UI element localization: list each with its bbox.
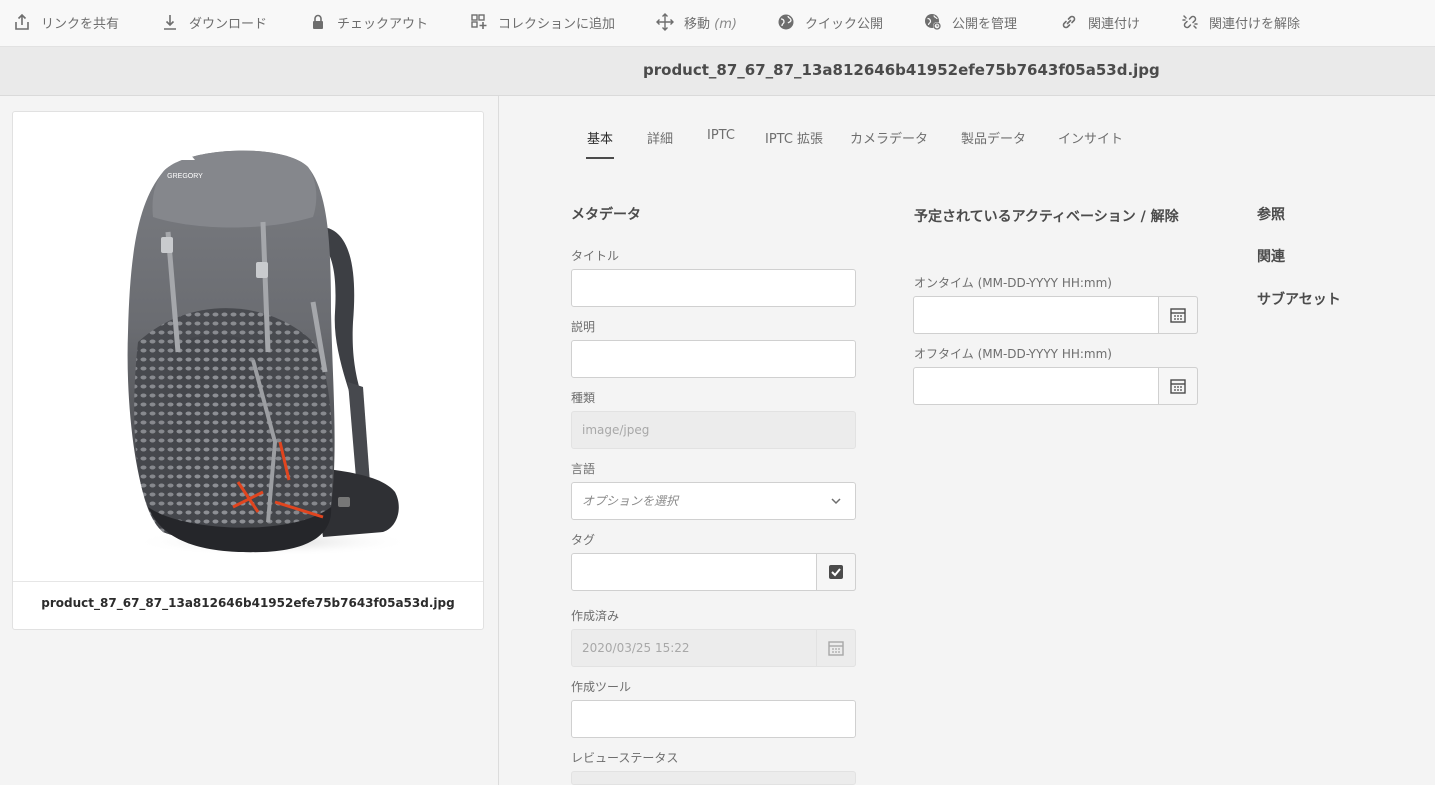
tab-iptc[interactable]: IPTC — [707, 128, 735, 143]
quick-publish-button[interactable]: クイック公開 — [777, 0, 883, 44]
link-icon — [1062, 15, 1076, 29]
tab-iptc-extension[interactable]: IPTC 拡張 — [765, 128, 823, 147]
created-field: 2020/03/25 15:22 — [571, 629, 856, 667]
add-to-collection-icon — [471, 14, 487, 29]
active-tab-indicator — [586, 157, 614, 159]
asset-thumbnail: GREGORY — [13, 112, 483, 582]
description-label: 説明 — [571, 320, 596, 334]
tab-product-data[interactable]: 製品データ — [961, 128, 1026, 147]
globe-gear-icon — [925, 14, 941, 30]
checkout-button[interactable]: チェックアウト — [309, 0, 428, 44]
lock-icon — [313, 14, 323, 29]
chevron-down-icon — [831, 498, 841, 505]
tab-basic[interactable]: 基本 — [587, 128, 613, 147]
language-select[interactable]: オプションを選択 — [571, 482, 856, 520]
page-title: product_87_67_87_13a812646b41952efe75b76… — [643, 61, 1160, 79]
title-label: タイトル — [571, 249, 620, 263]
schedule-section-title: 予定されているアクティベーション / 解除 — [914, 209, 1179, 225]
calendar-icon — [828, 641, 844, 656]
created-label: 作成済み — [571, 609, 620, 623]
type-label: 種類 — [571, 391, 596, 405]
move-icon — [656, 13, 674, 31]
unrelate-label: 関連付けを解除 — [1209, 16, 1301, 32]
language-label: 言語 — [571, 462, 596, 476]
manage-publication-button[interactable]: 公開を管理 — [924, 0, 1017, 44]
related-link[interactable]: 関連 — [1257, 246, 1285, 266]
globe-icon — [778, 14, 794, 30]
on-time-label: オンタイム (MM-DD-YYYY HH:mm) — [914, 276, 1112, 290]
quick-publish-label: クイック公開 — [805, 16, 884, 32]
properties-pane: 基本 詳細 IPTC IPTC 拡張 カメラデータ 製品データ インサイト メタ… — [500, 96, 1435, 785]
tab-camera-data[interactable]: カメラデータ — [850, 128, 928, 147]
tags-picker-button[interactable] — [816, 553, 856, 591]
off-time-calendar-button[interactable] — [1158, 367, 1198, 405]
creator-tool-field[interactable] — [571, 700, 856, 738]
preview-pane: GREGORY product_87_67_87_13a812646b41952… — [0, 96, 499, 785]
asset-card[interactable]: GREGORY product_87_67_87_13a812646b41952… — [12, 111, 484, 630]
creator-tool-label: 作成ツール — [571, 680, 632, 694]
share-link-label: リンクを共有 — [41, 16, 120, 32]
unrelate-button[interactable]: 関連付けを解除 — [1181, 0, 1300, 44]
relate-button[interactable]: 関連付け — [1060, 0, 1140, 44]
review-status-label: レビューステータス — [571, 751, 679, 765]
references-link[interactable]: 参照 — [1257, 204, 1285, 224]
backpack-image: GREGORY — [127, 148, 413, 556]
download-icon — [164, 15, 176, 30]
move-text: 移動 — [684, 16, 711, 32]
calendar-icon — [1170, 379, 1186, 394]
tags-field[interactable] — [571, 553, 856, 591]
relate-label: 関連付け — [1088, 16, 1141, 32]
created-calendar-button — [816, 629, 856, 667]
share-link-button[interactable]: リンクを共有 — [13, 0, 119, 44]
tab-advanced[interactable]: 詳細 — [647, 128, 673, 147]
share-icon — [15, 13, 29, 30]
description-field[interactable] — [571, 340, 856, 378]
add-to-collection-label: コレクションに追加 — [498, 16, 616, 32]
asset-caption: product_87_67_87_13a812646b41952efe75b76… — [41, 596, 455, 610]
tags-label: タグ — [571, 533, 596, 547]
off-time-field[interactable] — [913, 367, 1198, 405]
subassets-link[interactable]: サブアセット — [1257, 289, 1341, 309]
type-field: image/jpeg — [571, 411, 856, 449]
calendar-icon — [1170, 308, 1186, 323]
metadata-section-title: メタデータ — [571, 207, 641, 223]
download-label: ダウンロード — [189, 16, 268, 32]
title-bar: product_87_67_87_13a812646b41952efe75b76… — [0, 47, 1435, 96]
title-field[interactable] — [571, 269, 856, 307]
on-time-field[interactable] — [913, 296, 1198, 334]
backpack-logo: GREGORY — [167, 173, 203, 180]
move-button[interactable]: 移動 (m) — [656, 0, 737, 44]
language-placeholder: オプションを選択 — [582, 494, 679, 508]
manage-publication-label: 公開を管理 — [952, 16, 1018, 32]
tab-insights[interactable]: インサイト — [1058, 128, 1123, 147]
checkmark-icon — [829, 565, 843, 579]
add-to-collection-button[interactable]: コレクションに追加 — [470, 0, 615, 44]
action-toolbar: リンクを共有 ダウンロード チェックアウト コレクションに追加 移動 (m) ク… — [0, 0, 1435, 47]
unlink-icon — [1182, 15, 1198, 29]
checkout-label: チェックアウト — [337, 16, 429, 32]
created-value: 2020/03/25 15:22 — [582, 641, 690, 655]
off-time-label: オフタイム (MM-DD-YYYY HH:mm) — [914, 347, 1112, 361]
on-time-calendar-button[interactable] — [1158, 296, 1198, 334]
review-status-field — [571, 771, 856, 785]
move-label: 移動 (m) — [684, 13, 737, 32]
download-button[interactable]: ダウンロード — [161, 0, 267, 44]
move-shortcut: (m) — [714, 16, 737, 32]
